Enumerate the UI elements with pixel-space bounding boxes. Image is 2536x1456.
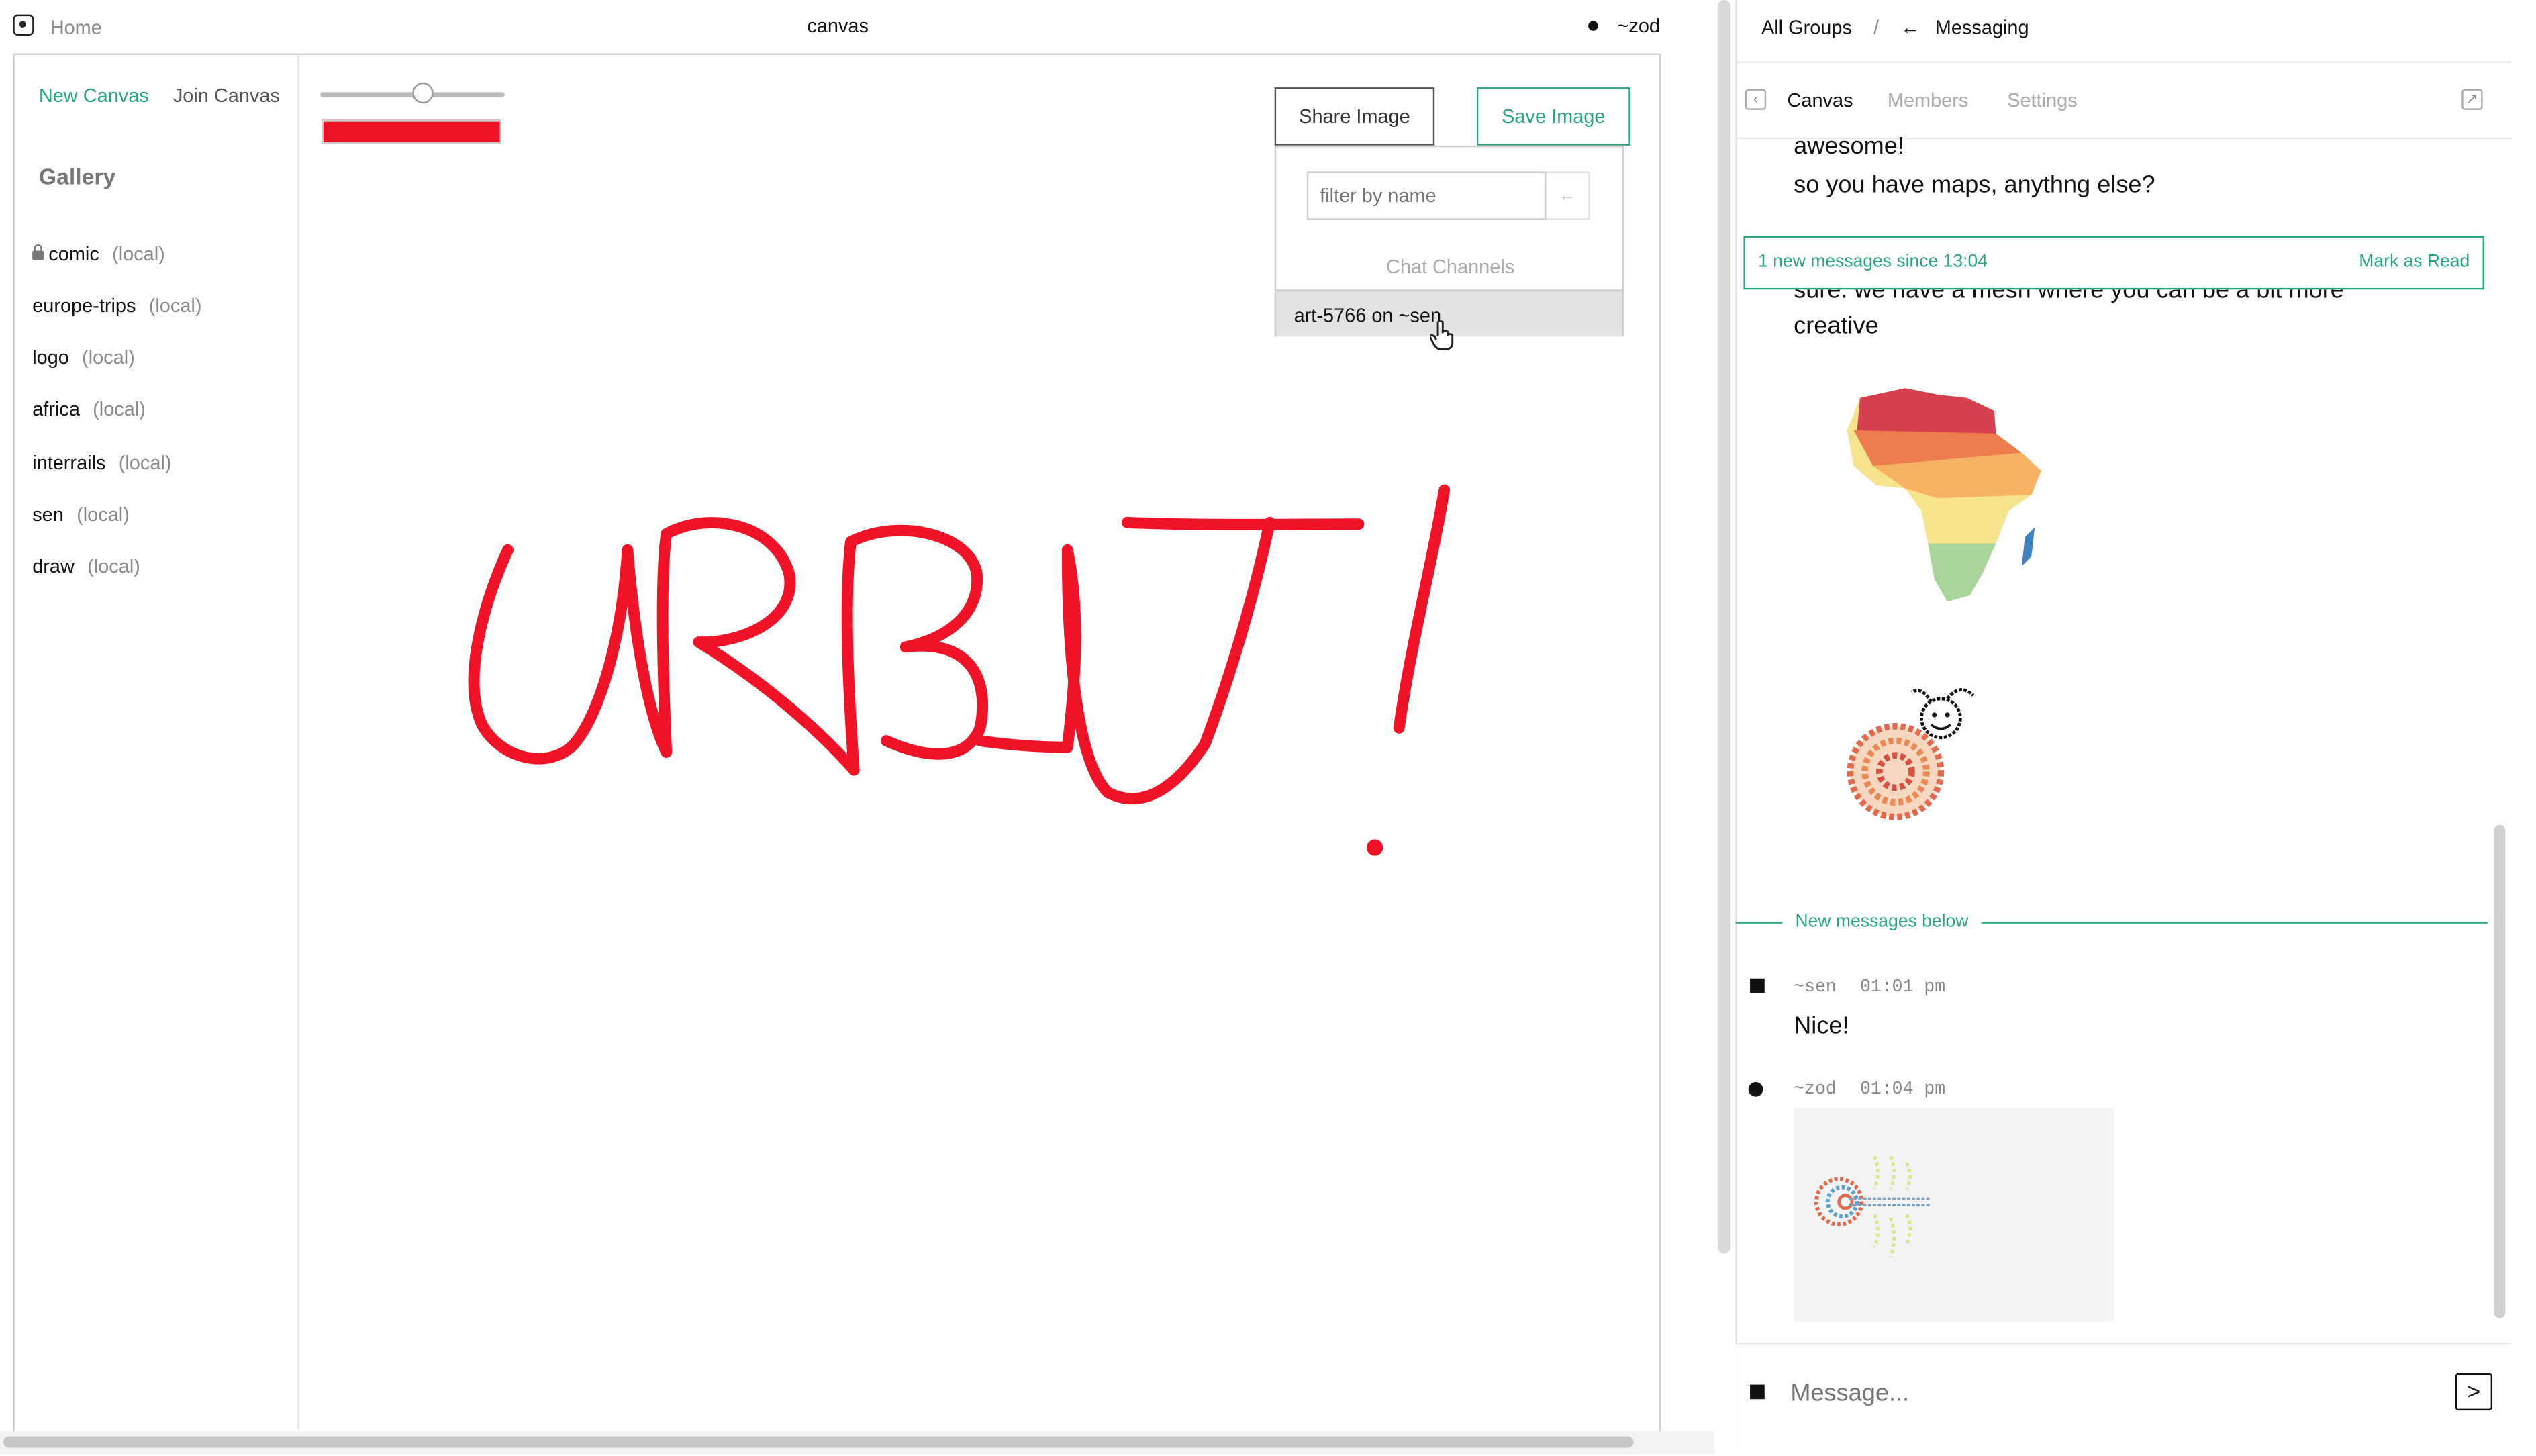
stroke-letter-r [656,517,860,776]
user-name[interactable]: ~zod [1618,15,1661,38]
gallery-item-name: sen [32,503,64,526]
message-composer: > [1735,1342,2512,1456]
sen-avatar[interactable] [1750,978,1765,993]
message-text: so you have maps, anythng else? [1794,171,2155,199]
back-arrow-icon[interactable]: ← [1900,16,1920,39]
popout-icon[interactable]: ↗ [2461,89,2483,110]
stroke-letter-u [468,544,673,765]
gallery-item-name: logo [32,346,69,369]
unread-banner-text: 1 new messages since 13:04 [1758,252,1988,272]
spiral-doodle-image[interactable] [1794,1108,2114,1322]
gallery-item-tag: (local) [148,294,202,318]
gallery-item-tag: (local) [93,397,146,421]
gallery-item-name: interrails [32,451,106,474]
lock-icon [32,244,44,260]
filter-submit-arrow-icon[interactable]: ← [1546,171,1590,220]
gallery-item-name: europe-trips [32,294,136,318]
home-link[interactable]: Home [50,16,102,39]
user-status-icon [1588,21,1598,31]
tab-members[interactable]: Members [1888,89,1969,112]
zod-avatar[interactable] [1748,1081,1763,1097]
chat-scrollbar[interactable] [2494,824,2506,1318]
message-time: 01:04 pm [1859,1080,1946,1100]
tab-settings[interactable]: Settings [2007,89,2077,112]
brush-color-swatch[interactable] [322,119,501,144]
breadcrumb-separator: / [1873,16,1880,39]
horizontal-scrollbar-thumb[interactable] [3,1436,1634,1448]
new-canvas-link[interactable]: New Canvas [39,84,149,107]
gallery-item-sen[interactable]: sen (local) [32,503,130,526]
join-canvas-link[interactable]: Join Canvas [173,84,280,107]
message-text: awesome! [1794,132,1904,160]
message-time: 01:01 pm [1859,978,1946,998]
gallery-item-interrails[interactable]: interrails (local) [32,451,171,474]
channel-filter-input[interactable] [1306,171,1547,220]
gallery-item-tag: (local) [112,242,165,266]
snail-doodle-image[interactable] [1841,679,2002,841]
drawing-canvas[interactable] [299,372,1658,1423]
gallery-sidebar: New Canvas Join Canvas Gallery comic (loc… [15,54,299,1430]
message-text: creative [1794,312,1879,340]
save-image-button[interactable]: Save Image [1476,87,1630,146]
message-author[interactable]: ~zod [1794,1081,1837,1100]
gallery-item-tag: (local) [77,503,130,526]
africa-map-image[interactable] [1841,382,2051,608]
gallery-item-name: comic [48,242,99,266]
chat-tab-bar: ‹ Canvas Members Settings ↗ [1735,61,2512,140]
gallery-title: Gallery [38,163,116,189]
chat-channels-label: Chat Channels [1385,255,1515,279]
left-window-header: Home canvas ~zod [0,0,1715,54]
message-author[interactable]: ~sen [1794,979,1837,998]
stroke-letter-u2 [974,516,1275,804]
stroke-exclamation [1393,484,1451,734]
gallery-item-name: africa [32,397,80,421]
stroke-letter-t-bar [1121,516,1365,530]
message-meta: ~sen 01:01 pm [1794,979,1945,998]
gallery-item-comic[interactable]: comic (local) [32,242,165,265]
share-image-button[interactable]: Share Image [1274,87,1435,146]
all-groups-link[interactable]: All Groups [1761,16,1852,39]
gallery-item-africa[interactable]: africa (local) [32,398,146,421]
gallery-item-tag: (local) [82,346,135,369]
share-dropdown: ← Chat Channels art-5766 on ~sen [1274,145,1624,337]
mark-as-read-button[interactable]: Mark as Read [2359,252,2470,272]
message-meta: ~zod 01:04 pm [1794,1081,1945,1100]
left-vertical-scrollbar[interactable] [1717,0,1731,1254]
stroke-exclamation-dot [1367,839,1383,856]
gallery-item-draw[interactable]: draw (local) [32,554,140,577]
message-input[interactable] [1787,1369,2408,1416]
app-title: canvas [807,14,869,38]
unread-banner: 1 new messages since 13:04 Mark as Read [1743,236,2484,290]
gallery-item-europe-trips[interactable]: europe-trips (local) [32,295,201,318]
gallery-item-name: draw [32,554,75,578]
message-text: Nice! [1794,1012,1849,1040]
stroke-letter-b [841,524,988,776]
brush-size-slider-thumb[interactable] [411,82,433,104]
gallery-item-logo[interactable]: logo (local) [32,346,135,369]
composer-avatar [1750,1384,1765,1400]
brush-size-slider[interactable] [320,82,505,104]
messaging-title: Messaging [1935,16,2029,39]
new-messages-label: New messages below [1782,912,1982,932]
gallery-item-tag: (local) [87,554,140,578]
channel-option-label: art-5766 on ~sen [1294,303,1442,327]
messaging-header: All Groups / ← Messaging [1761,16,2029,39]
gallery-item-tag: (local) [118,451,172,474]
tab-canvas[interactable]: Canvas [1787,89,1853,112]
send-button[interactable]: > [2455,1373,2493,1411]
collapse-sidebar-icon[interactable]: ‹ [1745,89,1767,110]
hand-cursor-icon [1429,320,1454,350]
home-icon[interactable] [13,14,34,36]
